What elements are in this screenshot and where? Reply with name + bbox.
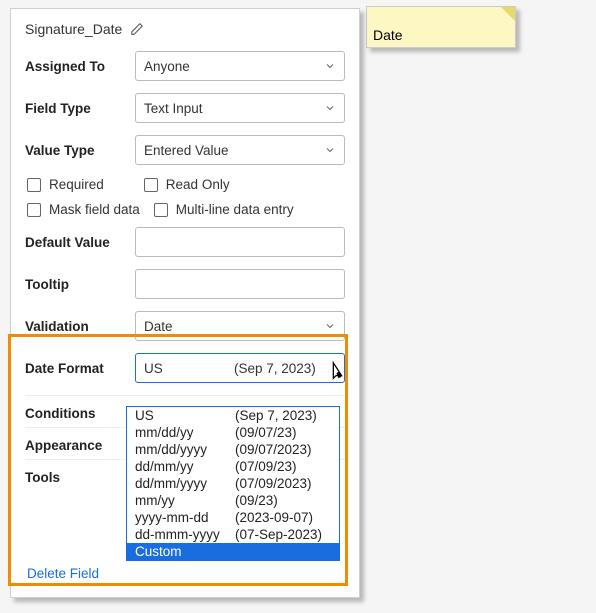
mask-checkbox[interactable]: Mask field data — [27, 202, 140, 217]
date-format-option[interactable]: Custom — [127, 543, 339, 560]
chevron-down-icon — [324, 144, 336, 156]
date-format-label: Date Format — [25, 361, 135, 376]
default-value-input[interactable] — [135, 227, 345, 257]
date-format-option[interactable]: mm/dd/yyyy(09/07/2023) — [127, 441, 339, 458]
tooltip-input[interactable] — [135, 269, 345, 299]
validation-label: Validation — [25, 319, 135, 334]
field-type-label: Field Type — [25, 101, 135, 116]
readonly-checkbox[interactable]: Read Only — [144, 177, 230, 192]
field-preview: Date — [366, 6, 516, 48]
chevron-down-icon — [324, 60, 336, 72]
date-format-select[interactable]: US(Sep 7, 2023) — [135, 353, 345, 383]
default-value-label: Default Value — [25, 235, 135, 250]
date-format-option[interactable]: mm/yy(09/23) — [127, 492, 339, 509]
date-format-option[interactable]: dd/mm/yyyy(07/09/2023) — [127, 475, 339, 492]
date-format-option[interactable]: mm/dd/yy(09/07/23) — [127, 424, 339, 441]
date-format-option[interactable]: dd/mm/yy(07/09/23) — [127, 458, 339, 475]
preview-label: Date — [373, 27, 403, 43]
edit-name-icon[interactable] — [130, 22, 144, 36]
date-format-option[interactable]: dd-mmm-yyyy(07-Sep-2023) — [127, 526, 339, 543]
date-format-option[interactable]: US(Sep 7, 2023) — [127, 407, 339, 424]
validation-select[interactable]: Date — [135, 311, 345, 341]
date-format-option[interactable]: yyyy-mm-dd(2023-09-07) — [127, 509, 339, 526]
chevron-down-icon — [324, 320, 336, 332]
chevron-down-icon — [324, 102, 336, 114]
field-type-select[interactable]: Text Input — [135, 93, 345, 123]
delete-field-link[interactable]: Delete Field — [27, 566, 99, 581]
field-name: Signature_Date — [25, 21, 122, 37]
tooltip-label: Tooltip — [25, 277, 135, 292]
date-format-dropdown: US(Sep 7, 2023)mm/dd/yy(09/07/23)mm/dd/y… — [126, 406, 340, 561]
required-checkbox[interactable]: Required — [27, 177, 104, 192]
value-type-select[interactable]: Entered Value — [135, 135, 345, 165]
assigned-to-select[interactable]: Anyone — [135, 51, 345, 81]
cursor-icon — [326, 360, 348, 382]
value-type-label: Value Type — [25, 143, 135, 158]
multiline-checkbox[interactable]: Multi-line data entry — [154, 202, 294, 217]
assigned-to-label: Assigned To — [25, 59, 135, 74]
